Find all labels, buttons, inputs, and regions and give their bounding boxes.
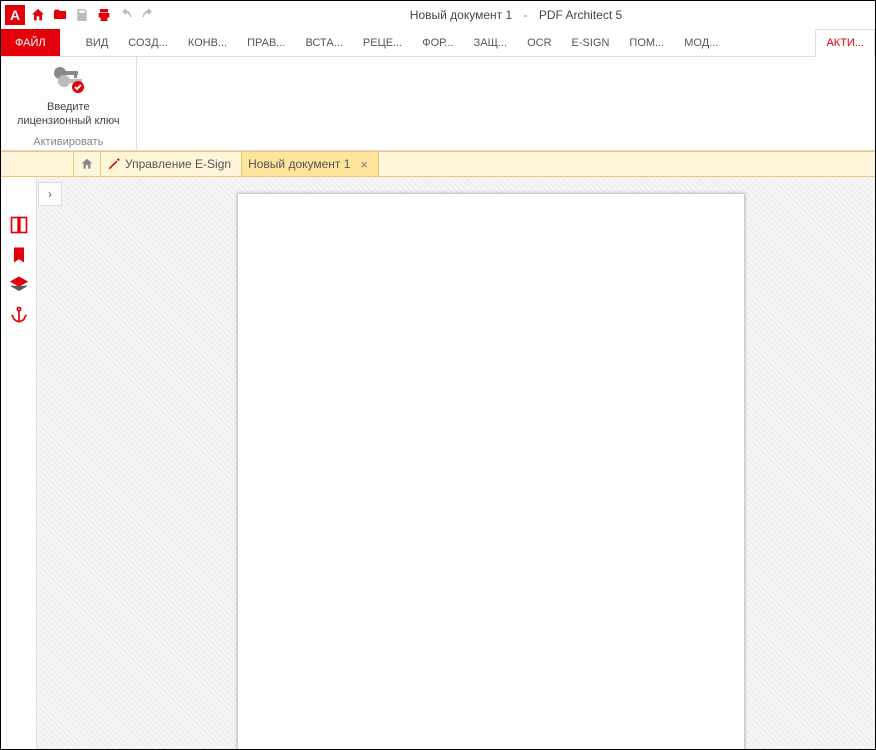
tab-insert[interactable]: ВСТА... bbox=[295, 29, 352, 56]
tab-ocr[interactable]: OCR bbox=[517, 29, 561, 56]
layers-icon[interactable] bbox=[7, 273, 31, 297]
title-doc: Новый документ 1 bbox=[410, 8, 512, 22]
bookmarks-icon[interactable] bbox=[7, 243, 31, 267]
document-canvas[interactable] bbox=[37, 177, 875, 749]
tab-help[interactable]: ПОМ... bbox=[619, 29, 674, 56]
tab-security[interactable]: ЗАЩ... bbox=[464, 29, 517, 56]
close-icon[interactable]: × bbox=[360, 157, 368, 172]
tab-view[interactable]: ВИД bbox=[76, 29, 119, 56]
panel-group-footer: Активировать bbox=[17, 134, 120, 148]
doc-tab-home[interactable] bbox=[73, 152, 101, 176]
home-icon[interactable] bbox=[29, 6, 47, 24]
doc-tab-esign-label: Управление E-Sign bbox=[125, 157, 231, 171]
app-logo: A bbox=[5, 5, 25, 25]
undo-icon[interactable] bbox=[117, 6, 135, 24]
title-app: PDF Architect 5 bbox=[539, 8, 622, 22]
tab-edit[interactable]: ПРАВ... bbox=[237, 29, 295, 56]
open-folder-icon[interactable] bbox=[51, 6, 69, 24]
license-key-label: Введите лицензионный ключ bbox=[17, 101, 120, 127]
home-icon bbox=[80, 157, 94, 171]
document-tabs: Управление E-Sign Новый документ 1 × bbox=[1, 151, 875, 177]
save-icon[interactable] bbox=[73, 6, 91, 24]
redo-icon[interactable] bbox=[139, 6, 157, 24]
tab-create[interactable]: СОЗД... bbox=[118, 29, 178, 56]
page bbox=[237, 193, 745, 749]
pen-icon bbox=[107, 157, 121, 171]
keys-icon bbox=[50, 63, 86, 95]
tab-convert[interactable]: КОНВ... bbox=[178, 29, 237, 56]
titlebar: A Новый документ 1 - PDF Architect 5 bbox=[1, 1, 875, 29]
title-separator: - bbox=[523, 8, 527, 22]
tab-form[interactable]: ФОР... bbox=[412, 29, 463, 56]
anchor-icon[interactable] bbox=[7, 303, 31, 327]
doc-tab-document1-label: Новый документ 1 bbox=[248, 157, 350, 171]
sidebar-toggle[interactable]: › bbox=[38, 182, 62, 206]
tab-activate[interactable]: АКТИ... bbox=[815, 29, 875, 57]
ribbon-tabs: ФАЙЛ ВИД СОЗД... КОНВ... ПРАВ... ВСТА...… bbox=[1, 29, 875, 57]
tab-file[interactable]: ФАЙЛ bbox=[1, 29, 60, 56]
tab-review[interactable]: РЕЦЕ... bbox=[353, 29, 412, 56]
print-icon[interactable] bbox=[95, 6, 113, 24]
window-title: Новый документ 1 - PDF Architect 5 bbox=[161, 8, 871, 22]
license-key-group: Введите лицензионный ключ Активировать bbox=[1, 57, 137, 150]
thumbnails-icon[interactable] bbox=[7, 213, 31, 237]
doc-tab-esign[interactable]: Управление E-Sign bbox=[101, 152, 242, 176]
main bbox=[1, 177, 875, 749]
tab-esign[interactable]: E-SIGN bbox=[562, 29, 620, 56]
doc-tab-document1[interactable]: Новый документ 1 × bbox=[242, 152, 379, 176]
tab-modules[interactable]: МОД... bbox=[674, 29, 728, 56]
ribbon-panel: Введите лицензионный ключ Активировать bbox=[1, 57, 875, 151]
left-sidebar bbox=[1, 177, 37, 749]
license-key-button[interactable] bbox=[50, 63, 86, 95]
